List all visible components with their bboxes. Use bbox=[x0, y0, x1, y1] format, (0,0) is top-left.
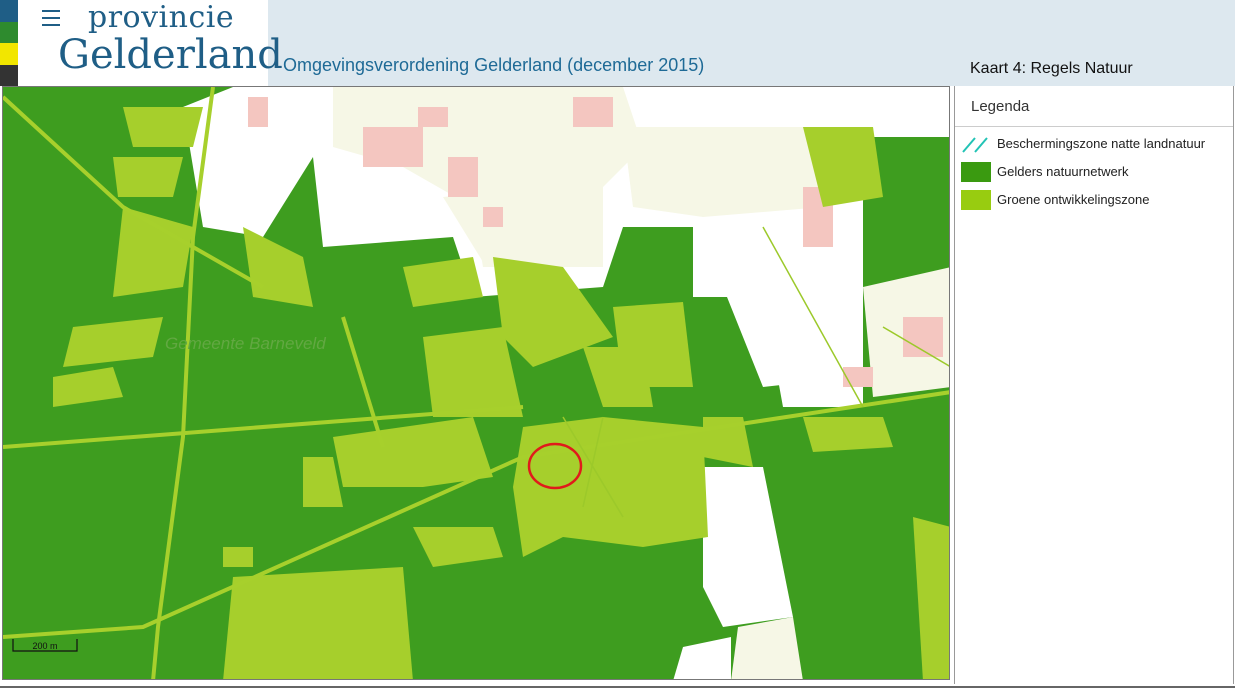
bottom-border bbox=[0, 686, 1235, 688]
legend-label: Beschermingszone natte landnatuur bbox=[997, 136, 1206, 151]
legend-label: Gelders natuurnetwerk bbox=[997, 164, 1129, 179]
swatch-icon bbox=[961, 190, 991, 210]
logo-text-bottom: Gelderland bbox=[58, 32, 283, 78]
map-title: Omgevingsverordening Gelderland (decembe… bbox=[283, 55, 705, 75]
map-reference: Kaart 4: Regels Natuur bbox=[970, 60, 1133, 77]
header-bar: provincie Gelderland Omgevingsverordenin… bbox=[0, 0, 1235, 86]
swatch-icon bbox=[961, 162, 991, 182]
legend-title: Legenda bbox=[971, 98, 1030, 115]
province-logo[interactable]: provincie Gelderland bbox=[18, 0, 283, 86]
scale-bar: 200 m bbox=[12, 639, 78, 652]
logo-stripes bbox=[0, 0, 18, 86]
logo-text-top: provincie bbox=[88, 0, 235, 35]
place-label: Gemeente Barneveld bbox=[165, 334, 326, 353]
hatch-icon bbox=[962, 137, 988, 153]
scale-label: 200 m bbox=[32, 641, 57, 651]
menu-icon bbox=[42, 10, 60, 31]
map-canvas[interactable]: Gemeente Barneveld 200 m bbox=[3, 87, 950, 680]
map-view[interactable]: Gemeente Barneveld 200 m bbox=[2, 86, 950, 680]
legend-divider bbox=[955, 126, 1233, 127]
legend-label: Groene ontwikkelingszone bbox=[997, 192, 1150, 207]
legend-panel: Legenda Beschermingszone natte landnatuu… bbox=[954, 86, 1234, 684]
